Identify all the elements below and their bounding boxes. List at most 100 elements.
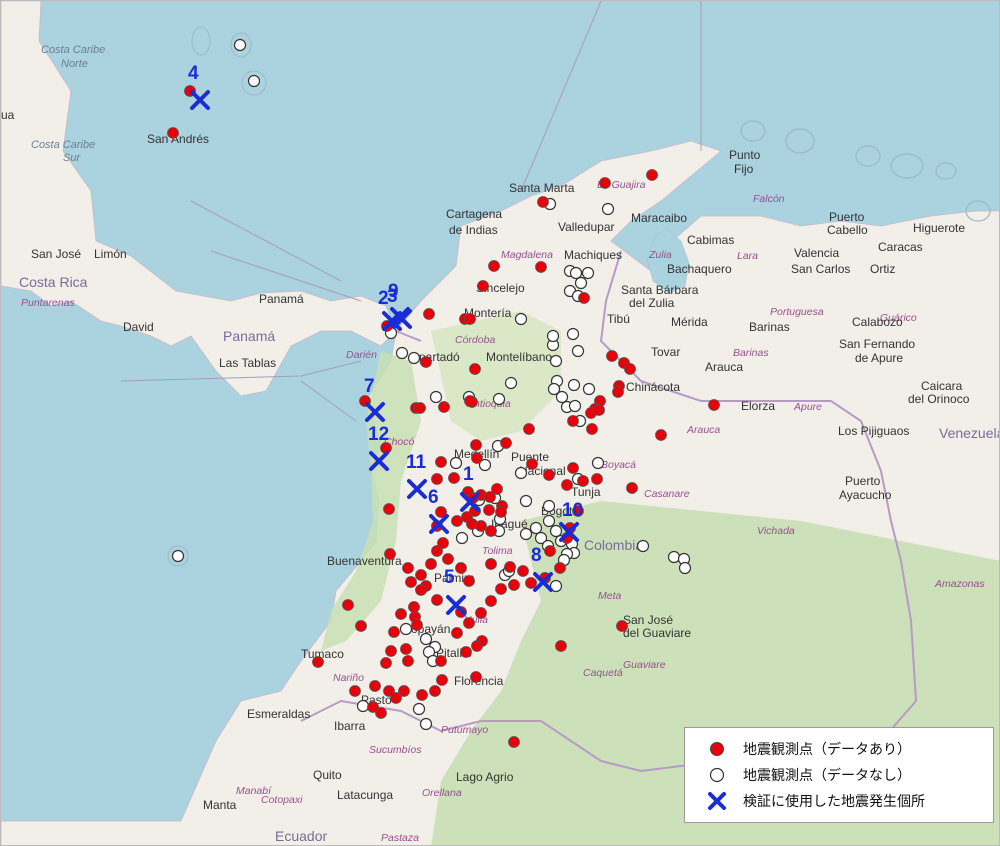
station-with-data-marker (555, 640, 567, 652)
map-label: Arauca (686, 424, 720, 436)
station-with-data-marker (544, 545, 556, 557)
map-label: San Carlos (791, 262, 850, 276)
station-with-data-marker (425, 558, 437, 570)
map-label: Ecuador (275, 828, 327, 844)
station-no-data-marker (678, 561, 692, 575)
legend-item-with-data: 地震観測点（データあり） (705, 736, 993, 762)
station-with-data-marker (488, 260, 500, 272)
station-no-data-marker (547, 382, 561, 396)
map-label: Puerto (829, 210, 865, 224)
station-with-data-marker (395, 608, 407, 620)
map-label: Meta (598, 590, 622, 602)
map-label: San José (31, 247, 81, 261)
station-no-data-marker (529, 521, 543, 535)
station-with-data-marker (369, 680, 381, 692)
station-with-data-marker (385, 645, 397, 657)
station-with-data-marker (495, 506, 507, 518)
epicenter-number: 6 (428, 487, 439, 508)
station-with-data-marker (477, 280, 489, 292)
station-with-data-marker (646, 169, 658, 181)
station-no-data-marker (546, 329, 560, 343)
station-with-data-marker (460, 646, 472, 658)
map-canvas: Costa CaribeNorteCosta CaribeSuruaSan An… (1, 1, 1000, 845)
map-label: Quito (313, 768, 342, 782)
station-with-data-marker (400, 643, 412, 655)
map-label: San Fernando (839, 337, 915, 351)
station-with-data-marker (438, 401, 450, 413)
station-no-data-marker (171, 549, 185, 563)
station-no-data-marker (542, 499, 556, 513)
station-with-data-marker (567, 415, 579, 427)
map-label: Colombia (584, 537, 643, 553)
map-label: Lago Agrio (456, 770, 514, 784)
map-label: Tolima (482, 545, 513, 557)
station-with-data-marker (526, 458, 538, 470)
station-with-data-marker (384, 548, 396, 560)
station-with-data-marker (464, 313, 476, 325)
map-label: Magdalena (501, 249, 553, 261)
map-label: Pastaza (381, 832, 419, 844)
epicenter-number: 12 (368, 424, 389, 445)
map-label: Barinas (733, 347, 769, 359)
station-no-data-marker (504, 376, 518, 390)
station-no-data-marker (667, 550, 681, 564)
station-with-data-marker (470, 439, 482, 451)
station-with-data-marker (485, 525, 497, 537)
station-no-data-marker (356, 699, 370, 713)
station-with-data-marker (388, 626, 400, 638)
station-no-data-marker (568, 399, 582, 413)
epicenter-number: 8 (531, 545, 542, 566)
station-with-data-marker (437, 537, 449, 549)
station-with-data-marker (606, 350, 618, 362)
map-label: Costa Caribe (41, 44, 105, 56)
station-with-data-marker (471, 452, 483, 464)
station-with-data-marker (517, 565, 529, 577)
map-label: Punto (729, 148, 761, 162)
map-label: Ortiz (870, 262, 895, 276)
station-with-data-marker (442, 553, 454, 565)
map-label: Darién (346, 349, 377, 361)
map-label: Venezuela (939, 425, 1000, 441)
station-with-data-marker (475, 607, 487, 619)
station-no-data-marker (514, 312, 528, 326)
map-label: Tovar (651, 345, 680, 359)
map-label: Chinácota (626, 380, 680, 394)
station-with-data-marker (508, 579, 520, 591)
map-label: del Zulia (629, 296, 675, 310)
epicenter-number: 10 (562, 500, 583, 521)
station-no-data-marker (514, 466, 528, 480)
legend-label-no-data: 地震観測点（データなし） (743, 767, 911, 783)
station-with-data-marker (469, 363, 481, 375)
station-with-data-marker (431, 473, 443, 485)
station-with-data-marker (451, 627, 463, 639)
map-label: Fijo (734, 162, 754, 176)
map-label: Barinas (749, 320, 790, 334)
station-with-data-marker (523, 423, 535, 435)
station-with-data-marker (411, 619, 423, 631)
map-label: Tunja (571, 485, 601, 499)
station-with-data-marker (593, 404, 605, 416)
station-no-data-marker (591, 456, 605, 470)
station-with-data-marker (708, 399, 720, 411)
station-with-data-marker (578, 292, 590, 304)
map-label: Amazonas (934, 578, 985, 590)
map-label: Los Pijiguaos (838, 424, 909, 438)
map-label: Costa Rica (19, 274, 88, 290)
station-with-data-marker (655, 429, 667, 441)
map-label: Costa Caribe (31, 139, 95, 151)
station-no-data-marker (419, 717, 433, 731)
station-with-data-marker (543, 469, 555, 481)
station-with-data-marker (342, 599, 354, 611)
station-with-data-marker (416, 689, 428, 701)
station-with-data-marker (495, 583, 507, 595)
station-no-data-marker (519, 494, 533, 508)
station-with-data-marker (405, 576, 417, 588)
station-with-data-marker (537, 196, 549, 208)
station-with-data-marker (525, 577, 537, 589)
station-with-data-marker (483, 504, 495, 516)
map-label: Puerto (845, 474, 881, 488)
map-label: Orellana (422, 787, 462, 799)
epicenter-number: 7 (364, 376, 375, 397)
map-label: de Indias (449, 223, 498, 237)
map-label: Puntarenas (21, 297, 75, 309)
